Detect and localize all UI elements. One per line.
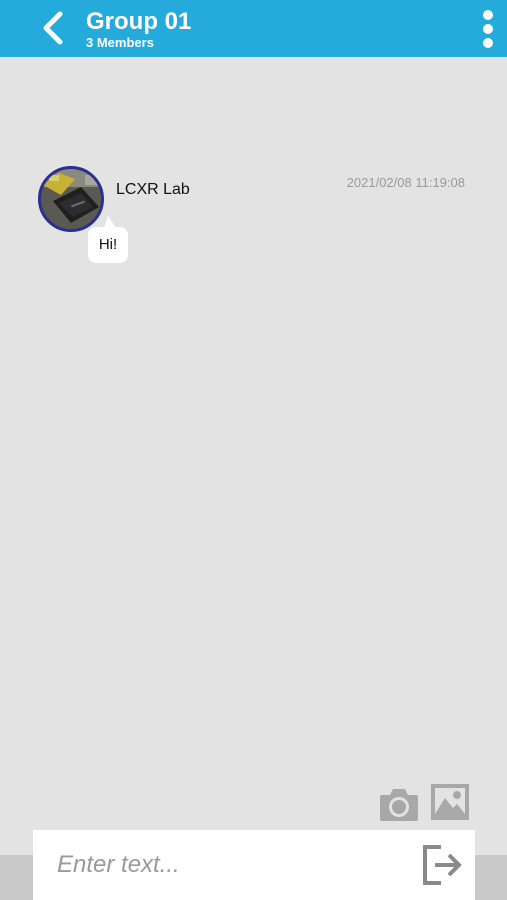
camera-icon bbox=[380, 789, 418, 821]
send-button[interactable] bbox=[421, 844, 467, 886]
back-button[interactable] bbox=[36, 8, 76, 48]
image-button[interactable] bbox=[429, 782, 471, 822]
message-composer bbox=[33, 830, 475, 900]
avatar-photo bbox=[41, 169, 101, 229]
more-options-button[interactable] bbox=[474, 8, 502, 50]
message-bubble: Hi! bbox=[88, 227, 128, 263]
more-vertical-icon bbox=[483, 10, 493, 48]
chevron-left-icon bbox=[43, 11, 63, 45]
send-exit-icon bbox=[423, 845, 462, 885]
message-input[interactable] bbox=[57, 845, 397, 885]
avatar[interactable] bbox=[38, 166, 104, 232]
member-count: 3 Members bbox=[86, 35, 154, 50]
camera-button[interactable] bbox=[378, 785, 420, 823]
group-title: Group 01 bbox=[86, 8, 192, 35]
app-header: Group 01 3 Members bbox=[0, 0, 507, 57]
image-icon bbox=[431, 784, 469, 820]
message-timestamp: 2021/02/08 11:19:08 bbox=[346, 175, 465, 190]
message-sender-name: LCXR Lab bbox=[116, 181, 190, 198]
